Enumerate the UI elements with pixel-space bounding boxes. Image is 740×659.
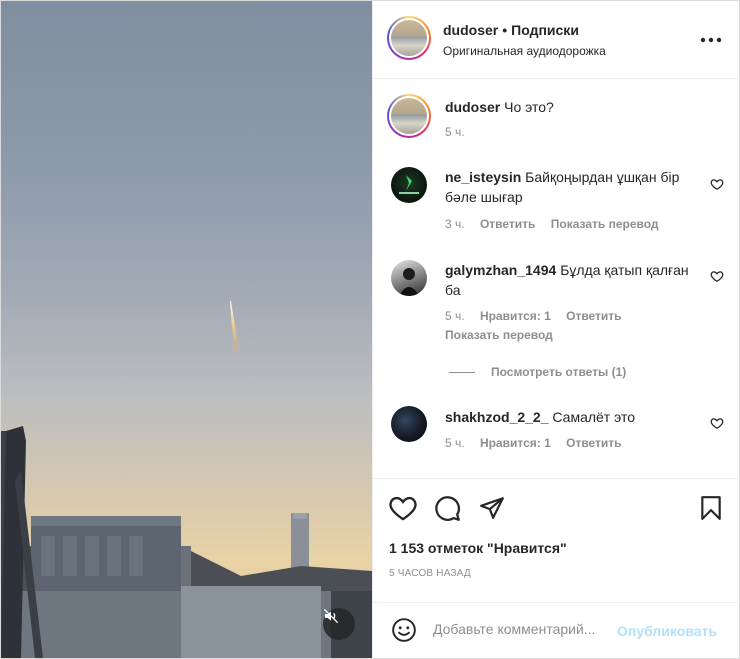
comment-like-heart-icon[interactable] [710, 177, 724, 191]
post-video[interactable] [1, 1, 372, 658]
comment-meta: 5 ч. Нравится: 1 Ответить [445, 436, 634, 450]
comment-avatar[interactable] [391, 406, 427, 442]
comment-body: Самалёт это [552, 409, 635, 425]
following-button[interactable]: Подписки [511, 22, 579, 38]
post-header: dudoser • Подписки Оригинальная аудиодорож… [373, 1, 740, 79]
instagram-post-dialog: dudoser • Подписки Оригинальная аудиодорож… [0, 0, 740, 659]
comment-time[interactable]: 5 ч. [445, 436, 465, 450]
comment-text: galymzhan_1494 Бұлда қатып қалған ба [445, 260, 693, 300]
comment-username[interactable]: ne_isteysin [445, 169, 521, 185]
comment-likes-count[interactable]: Нравится: 1 [480, 309, 551, 323]
comment-meta: 3 ч. Ответить Показать перевод [445, 217, 671, 231]
publish-button[interactable]: Опубликовать [617, 623, 717, 639]
comment-username[interactable]: shakhzod_2_2_ [445, 409, 549, 425]
comment-avatar[interactable] [391, 167, 427, 203]
comment-input[interactable] [433, 621, 613, 637]
separator-dot: • [502, 22, 508, 38]
caption-time[interactable]: 5 ч. [445, 125, 465, 139]
comment-text: ne_isteysin Байқоңырдан ұшқан бір бәле ш… [445, 167, 693, 207]
video-frame [1, 301, 372, 658]
more-options-button[interactable] [700, 28, 722, 46]
caption-username[interactable]: dudoser [445, 99, 500, 115]
comment-avatar[interactable] [391, 260, 427, 296]
post-time[interactable]: 5 ЧАСОВ НАЗАД [389, 568, 471, 579]
author-username[interactable]: dudoser [443, 22, 498, 38]
reply-button[interactable]: Ответить [566, 436, 621, 450]
comment-like-heart-icon[interactable] [710, 269, 724, 283]
like-heart-icon[interactable] [389, 495, 417, 521]
caption-meta: 5 ч. [445, 125, 477, 139]
author-line: dudoser • Подписки [443, 22, 579, 38]
comment-likes-count[interactable]: Нравится: 1 [480, 436, 551, 450]
mute-button[interactable] [323, 608, 355, 640]
post-actions: 1 153 отметок "Нравится" 5 ЧАСОВ НАЗАД [373, 478, 740, 598]
replies-divider [449, 371, 475, 373]
comments-list[interactable]: dudoser Чо это? 5 ч. ne_isteysin Байқоңы… [373, 80, 740, 478]
caption-body: Чо это? [504, 99, 554, 115]
comment-meta: 5 ч. Нравится: 1 Ответить [445, 309, 634, 323]
comment-time[interactable]: 5 ч. [445, 309, 465, 323]
author-avatar[interactable] [387, 16, 431, 60]
more-horizontal-icon [700, 37, 722, 43]
share-paper-plane-icon[interactable] [479, 495, 505, 521]
show-translation-button[interactable]: Показать перевод [551, 217, 659, 231]
show-translation-button[interactable]: Показать перевод [445, 328, 553, 342]
save-bookmark-icon[interactable] [699, 495, 723, 521]
reply-button[interactable]: Ответить [480, 217, 535, 231]
comment-like-heart-icon[interactable] [710, 416, 724, 430]
reply-button[interactable]: Ответить [566, 309, 621, 323]
add-comment-bar: Опубликовать [373, 602, 740, 658]
caption-text: dudoser Чо это? [445, 97, 693, 117]
speaker-muted-icon [323, 608, 339, 624]
caption-avatar[interactable] [387, 94, 431, 138]
contrail [230, 301, 239, 351]
comment-bubble-icon[interactable] [434, 495, 461, 522]
view-replies-label: Посмотреть ответы (1) [491, 365, 627, 379]
comment-text: shakhzod_2_2_ Самалёт это [445, 407, 693, 427]
view-replies-button[interactable]: Посмотреть ответы (1) [449, 365, 626, 379]
comment-username[interactable]: galymzhan_1494 [445, 262, 556, 278]
comment-time[interactable]: 3 ч. [445, 217, 465, 231]
audio-label[interactable]: Оригинальная аудиодорожка [443, 44, 606, 58]
post-side-panel: dudoser • Подписки Оригинальная аудиодорож… [372, 1, 740, 658]
likes-count[interactable]: 1 153 отметок "Нравится" [389, 540, 567, 556]
emoji-smiley-icon[interactable] [391, 617, 417, 643]
